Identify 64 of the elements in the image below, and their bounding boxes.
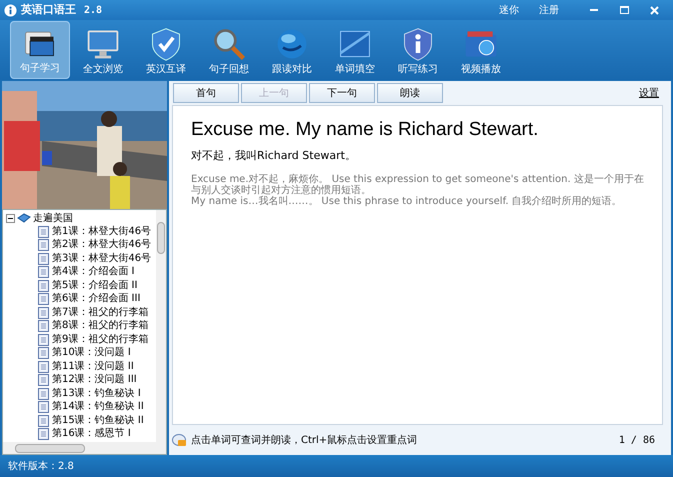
hint-text: 点击单词可查词并朗读，Ctrl+鼠标点击设置重点词 [191, 434, 418, 448]
tree-item[interactable]: 第12课：没问题 III [52, 374, 137, 386]
toolbar-button[interactable]: 句子回想 [199, 21, 259, 79]
chinese-translation: 对不起，我叫Richard Stewart。 [191, 148, 357, 164]
header-link[interactable]: 注册 [539, 2, 559, 18]
tree-item[interactable]: 第10课：没问题 I [52, 347, 131, 360]
vertical-scrollbar[interactable] [156, 210, 166, 442]
document-icon [38, 401, 49, 414]
settings-link[interactable]: 设置 [639, 86, 659, 100]
document-icon [38, 414, 49, 427]
tree-item[interactable]: 第4课：介绍会面 I [52, 266, 134, 278]
document-icon [38, 239, 49, 252]
toolbar-button[interactable]: 英汉互译 [136, 21, 196, 79]
tree-item[interactable]: 第8课：祖父的行李箱 [52, 320, 148, 332]
nav-button[interactable]: 首句 [173, 83, 239, 103]
header-link[interactable]: 迷你 [499, 2, 519, 18]
document-icon [38, 388, 49, 400]
version-status: 软件版本：2.8 [8, 460, 74, 474]
document-icon [38, 266, 49, 278]
toolbar-button[interactable]: 跟读对比 [262, 21, 322, 79]
document-icon [38, 252, 49, 265]
toolbar-button[interactable]: 视频播放 [451, 21, 511, 79]
document-icon [38, 293, 49, 306]
document-icon [38, 226, 49, 238]
tree-item[interactable]: 第14课：钓鱼秘诀 II [52, 401, 144, 414]
sentence-counter: 1 / 86 [618, 434, 655, 448]
english-sentence[interactable]: Excuse me. My name is Richard Stewart. [191, 118, 644, 142]
speech-bubble-icon [172, 434, 187, 446]
tree-item[interactable]: 第7课：祖父的行李箱 [52, 306, 148, 319]
document-icon [38, 360, 49, 373]
nav-button[interactable]: 下一句 [309, 83, 375, 103]
document-icon [38, 306, 49, 319]
usage-note: My name is…我名叫……。 Use this phrase to introduce yourself. 自我介绍时所用的短语。 [191, 196, 623, 206]
version-label: 2.8 [84, 4, 102, 18]
maximize-icon [620, 6, 628, 14]
minimize-icon [590, 8, 598, 12]
document-icon [38, 334, 49, 346]
info-icon [4, 4, 17, 16]
toolbar-button[interactable]: 单词填空 [325, 21, 385, 79]
tree-item[interactable]: 第11课：没问题 II [52, 360, 134, 373]
magnifier-icon [211, 26, 247, 62]
tree-item[interactable]: 第9课：祖父的行李箱 [52, 334, 148, 346]
tree-item[interactable]: 第6课：介绍会面 III [52, 293, 140, 306]
collapse-icon[interactable] [6, 214, 15, 222]
tree-item[interactable]: 第16课：感恩节 I [52, 428, 131, 440]
document-icon [38, 374, 49, 386]
tree-item[interactable]: 第13课：钓鱼秘诀 I [52, 388, 141, 400]
horizontal-scrollbar[interactable] [3, 442, 166, 454]
tree-item[interactable]: 第2课：林登大街46号 [52, 239, 152, 252]
document-icon [38, 428, 49, 440]
nav-button[interactable]: 朗读 [377, 83, 443, 103]
tree-item[interactable]: 第3课：林登大街46号 [52, 252, 152, 265]
toolbar-button[interactable]: 全文浏览 [73, 21, 133, 79]
toolbar-button[interactable]: 听写练习 [388, 21, 448, 79]
document-icon [38, 280, 49, 292]
document-icon [38, 347, 49, 360]
document-icon [38, 320, 49, 332]
close-icon [650, 6, 658, 14]
tree-item[interactable]: 第1课：林登大街46号 [52, 226, 152, 238]
tree-root[interactable]: 走遍美国 [33, 210, 73, 226]
window-title: 英语口语王 [21, 2, 76, 18]
tree-item[interactable]: 第5课：介绍会面 II [52, 280, 138, 292]
tree-item[interactable]: 第15课：钓鱼秘诀 II [52, 414, 144, 427]
usage-note: Excuse me.对不起，麻烦你。 Use this expression to get someone's attention. 这是一个用于在与别人交谈时引起对方注意的惯用短语。 [191, 174, 644, 196]
